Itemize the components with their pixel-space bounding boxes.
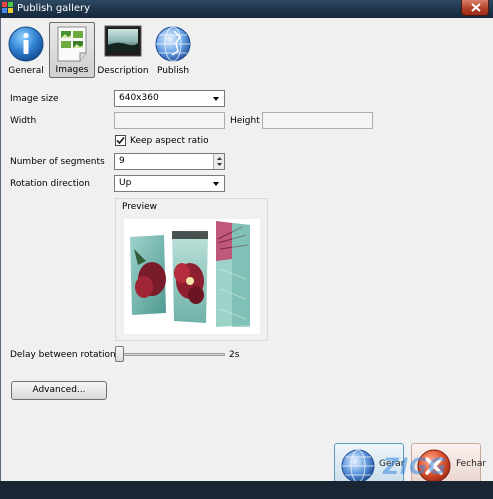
images-icon — [57, 26, 87, 62]
chevron-down-icon — [213, 97, 219, 101]
tab-images[interactable]: Images — [49, 22, 95, 78]
rotation-label: Rotation direction — [10, 179, 90, 189]
window-title: Publish gallery — [17, 3, 91, 14]
segments-spin-buttons[interactable] — [213, 154, 224, 169]
fechar-label: Fechar — [456, 459, 487, 469]
info-icon — [8, 26, 44, 62]
tab-publish-label: Publish — [156, 66, 190, 76]
spin-arrows-icon — [217, 157, 222, 166]
image-size-label: Image size — [10, 94, 59, 104]
segments-stepper[interactable]: 9 — [114, 153, 225, 170]
advanced-button[interactable]: Advanced... — [11, 381, 107, 400]
rotation-value: Up — [119, 178, 132, 188]
tab-general-label: General — [8, 66, 44, 76]
segments-value: 9 — [119, 156, 125, 166]
chevron-down-icon — [213, 182, 219, 186]
tab-description[interactable]: Description — [97, 22, 149, 78]
tab-description-label: Description — [97, 66, 149, 76]
dialog-body: General Images Description Publish Image… — [0, 18, 493, 499]
globe-icon — [341, 449, 375, 483]
preview-group: Preview — [115, 198, 268, 341]
app-icon — [2, 2, 13, 13]
delay-slider-track[interactable] — [115, 353, 225, 356]
globe-icon — [155, 26, 191, 62]
image-size-select[interactable]: 640x360 — [114, 90, 225, 107]
advanced-button-label: Advanced... — [32, 385, 86, 395]
title-bar: Publish gallery — [0, 0, 493, 18]
preview-canvas — [124, 219, 260, 334]
description-icon — [104, 25, 142, 57]
close-icon — [471, 3, 481, 12]
tab-publish[interactable]: Publish — [151, 22, 195, 78]
delay-label: Delay between rotations — [10, 350, 121, 360]
toolbar: General Images Description Publish — [1, 18, 493, 80]
tab-images-label: Images — [55, 65, 89, 75]
delay-value: 2s — [229, 350, 240, 360]
image-size-value: 640x360 — [119, 93, 159, 103]
preview-image — [130, 221, 250, 327]
width-label: Width — [10, 116, 37, 126]
delay-slider-thumb[interactable] — [115, 346, 124, 362]
tab-general[interactable]: General — [4, 22, 48, 78]
height-field[interactable] — [262, 112, 373, 129]
height-label: Height — [230, 116, 260, 126]
keep-aspect-checkbox[interactable] — [115, 135, 126, 146]
rotation-select[interactable]: Up — [114, 175, 225, 192]
keep-aspect-label: Keep aspect ratio — [130, 136, 209, 146]
checkmark-icon — [116, 136, 125, 145]
window-close-button[interactable] — [461, 0, 489, 16]
preview-label: Preview — [122, 202, 158, 212]
watermark-text: ZIGG — [383, 455, 448, 480]
window-frame-bottom — [0, 481, 493, 499]
segments-label: Number of segments — [10, 157, 105, 167]
width-field[interactable] — [114, 112, 225, 129]
